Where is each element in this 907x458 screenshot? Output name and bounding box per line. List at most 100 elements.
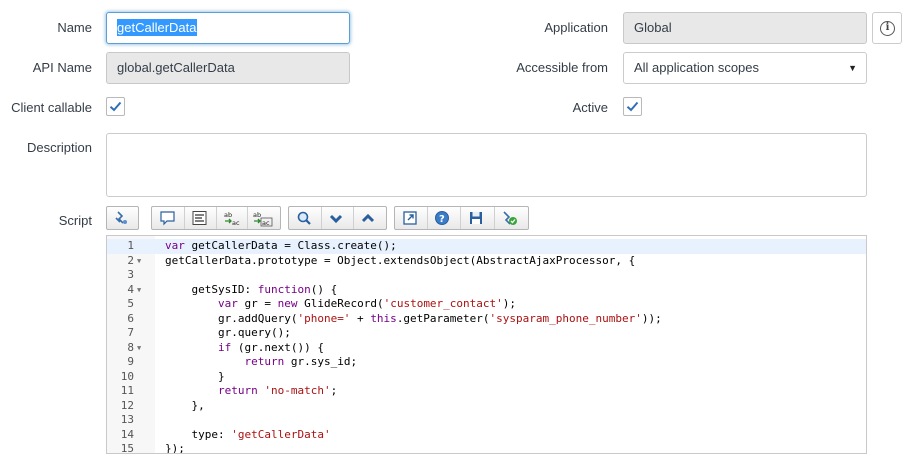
code-token: () {	[310, 282, 338, 296]
api-name-label: API Name	[32, 60, 92, 75]
fold-arrow-icon[interactable]: ▼	[137, 254, 141, 269]
svg-text:ac: ac	[262, 219, 270, 227]
toggle-syntax-button[interactable]	[107, 207, 138, 229]
fullscreen-button[interactable]	[395, 207, 428, 229]
code-line[interactable]: 7 gr.query();	[107, 326, 866, 341]
replace-button[interactable]: ab ac	[217, 207, 248, 229]
search-button[interactable]	[289, 207, 322, 229]
line-number: 9	[127, 355, 134, 368]
code-line[interactable]: 9 return gr.sys_id;	[107, 355, 866, 370]
code-keyword: var	[217, 297, 238, 310]
format-button[interactable]	[185, 207, 217, 229]
application-label: Application	[544, 20, 608, 35]
line-number: 12	[120, 398, 134, 412]
code-line[interactable]: 8 ▼ if (gr.next()) {	[107, 341, 866, 356]
active-checkbox[interactable]	[623, 97, 642, 116]
view-toolbar-group: ?	[394, 206, 529, 230]
code-line[interactable]: 3	[107, 268, 866, 283]
code-string: 'customer_contact'	[383, 297, 503, 310]
replace-all-button[interactable]: ab ac	[248, 207, 280, 229]
code-line[interactable]: 11 return 'no-match';	[107, 384, 866, 399]
application-field: Global	[623, 12, 867, 44]
find-previous-button[interactable]	[354, 207, 386, 229]
code-token: (gr.next()) {	[231, 340, 324, 354]
code-token: gr.sys_id;	[284, 355, 358, 368]
info-button[interactable]: i	[872, 12, 902, 44]
save-icon	[470, 212, 482, 224]
code-token: });	[165, 442, 185, 454]
accessible-from-value: All application scopes	[634, 60, 760, 75]
svg-text:ab: ab	[253, 211, 261, 219]
comment-button[interactable]	[152, 207, 185, 229]
code-token: type:	[165, 427, 232, 441]
code-token: gr.addQuery(	[165, 311, 298, 325]
code-text: if (gr.next()) {	[165, 341, 324, 356]
toggle-syntax-icon	[115, 211, 127, 224]
code-token: +	[350, 311, 371, 325]
code-keyword: new	[277, 297, 298, 310]
checkmark-icon	[626, 101, 639, 112]
code-line[interactable]: 10 }	[107, 370, 866, 385]
code-string: 'getCallerData'	[231, 427, 331, 441]
description-textarea[interactable]	[106, 133, 867, 197]
code-token: ;	[330, 384, 338, 397]
fullscreen-icon	[403, 211, 417, 225]
code-line[interactable]: 1 var getCallerData = Class.create();	[107, 239, 866, 254]
code-text: return 'no-match';	[165, 384, 337, 399]
code-line[interactable]: 6 gr.addQuery('phone=' + this.getParamet…	[107, 312, 866, 327]
fold-arrow-icon[interactable]: ▼	[137, 341, 141, 356]
checkmark-icon	[109, 101, 122, 112]
code-keyword: var	[165, 239, 185, 252]
accessible-from-label: Accessible from	[516, 60, 608, 75]
code-token: gr =	[237, 297, 278, 310]
find-next-icon	[329, 214, 343, 224]
code-token: getCallerData = Class.create();	[184, 239, 397, 252]
search-icon	[297, 211, 311, 225]
code-text: type: 'getCallerData'	[165, 427, 331, 443]
line-number: 6	[127, 311, 134, 325]
code-line[interactable]: 12 },	[107, 399, 866, 414]
accessible-from-select[interactable]: All application scopes ▼	[623, 52, 867, 84]
code-text: });	[165, 442, 185, 454]
code-token: getCallerData.prototype = Object.extends…	[165, 253, 636, 267]
description-label: Description	[26, 140, 92, 155]
code-string: 'phone='	[297, 311, 351, 325]
line-number: 11	[120, 384, 134, 397]
script-editor[interactable]: 1 var getCallerData = Class.create(); 2 ▼ ge…	[106, 235, 867, 454]
line-number: 2	[127, 253, 134, 267]
line-number: 13	[120, 413, 134, 426]
code-line[interactable]: 4 ▼ getSysID: function() {	[107, 283, 866, 298]
api-name-value: global.getCallerData	[117, 60, 235, 75]
code-token: GlideRecord(	[297, 297, 384, 310]
code-line[interactable]: 2 ▼ getCallerData.prototype = Object.exten…	[107, 254, 866, 269]
line-number: 10	[120, 369, 134, 383]
code-text: gr.query();	[165, 326, 291, 341]
edit-toolbar-group: ab ac ab ac	[151, 206, 281, 230]
code-line[interactable]: 13	[107, 413, 866, 428]
fold-arrow-icon[interactable]: ▼	[137, 283, 141, 298]
code-token: gr.query();	[165, 326, 291, 339]
code-line[interactable]: 5 var gr = new GlideRecord('customer_con…	[107, 297, 866, 312]
code-token: );	[502, 297, 517, 310]
script-debugger-button[interactable]	[495, 207, 528, 229]
line-number: 1	[127, 239, 134, 252]
name-input[interactable]: getCallerData	[106, 12, 350, 44]
script-debugger-icon	[503, 211, 517, 225]
save-script-button[interactable]	[461, 207, 495, 229]
code-line[interactable]: 15});	[107, 442, 866, 454]
help-button[interactable]: ?	[428, 207, 461, 229]
code-token: },	[165, 398, 205, 412]
line-number: 14	[120, 427, 134, 441]
code-line[interactable]: 14 type: 'getCallerData'	[107, 428, 866, 443]
client-callable-label: Client callable	[11, 100, 92, 115]
name-label: Name	[57, 20, 92, 35]
application-value: Global	[634, 20, 672, 35]
code-keyword: return	[244, 355, 285, 368]
client-callable-checkbox[interactable]	[106, 97, 125, 116]
find-next-button[interactable]	[322, 207, 354, 229]
find-previous-icon	[361, 213, 375, 223]
code-string: 'no-match'	[264, 384, 331, 397]
